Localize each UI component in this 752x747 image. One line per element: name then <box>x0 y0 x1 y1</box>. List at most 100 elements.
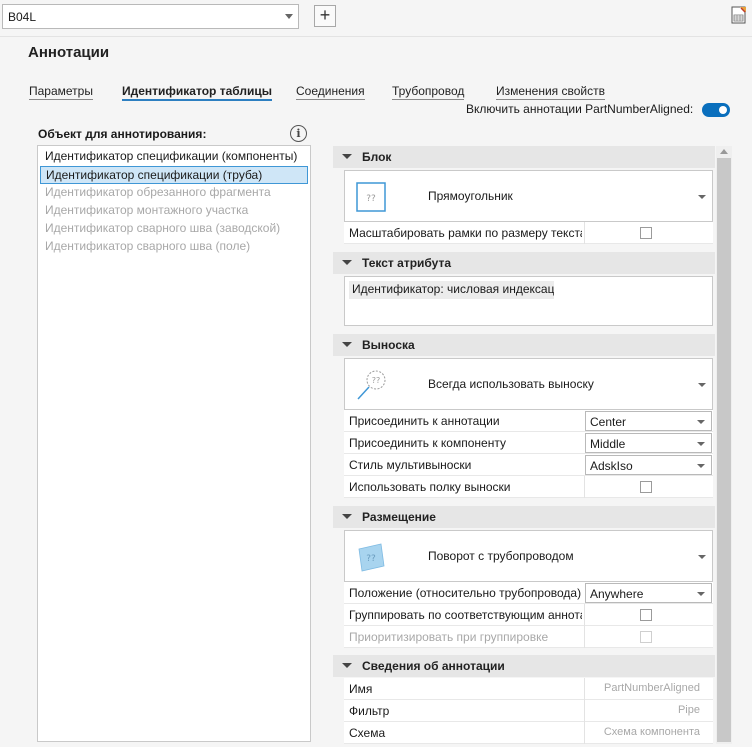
drawing-selector[interactable]: B04L <box>2 4 299 29</box>
chevron-down-icon <box>698 195 706 199</box>
tab-property-changes[interactable]: Изменения свойств <box>496 84 606 100</box>
mleader-style-label: Стиль мультивыноски <box>349 458 472 472</box>
mleader-style-select[interactable]: AdskIso <box>585 455 712 475</box>
attach-component-select[interactable]: Middle <box>585 433 712 453</box>
position-value: Anywhere <box>590 587 644 601</box>
position-row: Положение (относительно трубопровода) An… <box>344 582 713 604</box>
divider <box>584 222 585 244</box>
section-attribute-text-title: Текст атрибута <box>362 256 452 270</box>
prioritize-row: Приоритизировать при группировке <box>344 626 713 648</box>
attach-annotation-label: Присоединить к аннотации <box>349 414 500 428</box>
top-toolbar: B04L + <box>0 0 752 36</box>
mleader-style-row: Стиль мультивыноски AdskIso <box>344 454 713 476</box>
leader-icon: ?? <box>357 370 386 400</box>
info-name-value: PartNumberAligned <box>604 682 700 694</box>
attach-annotation-select[interactable]: Center <box>585 411 712 431</box>
leader-shelf-row: Использовать полку выноски <box>344 476 713 498</box>
list-item: Идентификатор монтажного участка <box>45 203 249 217</box>
leader-shelf-checkbox[interactable] <box>640 481 652 493</box>
page-title: Аннотации <box>28 44 110 61</box>
add-button[interactable]: + <box>314 5 336 27</box>
attribute-text-field[interactable]: Идентификатор: числовая индексация <box>344 276 713 326</box>
divider <box>584 476 585 498</box>
divider <box>584 626 585 648</box>
attach-component-value: Middle <box>590 437 626 451</box>
position-select[interactable]: Anywhere <box>585 583 712 603</box>
toggle-knob <box>719 106 727 114</box>
tab-connections[interactable]: Соединения <box>296 84 365 100</box>
group-checkbox[interactable] <box>640 609 652 621</box>
tab-parameters[interactable]: Параметры <box>29 84 93 100</box>
info-filter-label: Фильтр <box>349 704 390 718</box>
block-placeholder-glyph: ?? <box>366 194 376 204</box>
placement-placeholder-glyph: ?? <box>366 554 376 564</box>
list-item[interactable]: Идентификатор спецификации (компоненты) <box>40 148 308 166</box>
leader-shelf-label: Использовать полку выноски <box>349 480 511 494</box>
chevron-down-icon <box>698 555 706 559</box>
vertical-scrollbar[interactable] <box>716 146 732 744</box>
collapse-icon <box>342 342 352 347</box>
list-item: Идентификатор сварного шва (поле) <box>45 239 251 253</box>
enable-annotations-toggle[interactable] <box>702 103 730 117</box>
info-scheme-row: Схема Схема компонента <box>344 722 713 744</box>
divider <box>584 604 585 626</box>
chevron-down-icon <box>697 442 705 446</box>
attach-annotation-row: Присоединить к аннотации Center <box>344 410 713 432</box>
chevron-down-icon <box>698 383 706 387</box>
list-item: Идентификатор сварного шва (заводской) <box>45 221 281 235</box>
mleader-style-value: AdskIso <box>590 459 633 473</box>
section-placement-header[interactable]: Размещение <box>333 506 715 528</box>
block-style-value: Прямоугольник <box>428 189 513 203</box>
section-block-header[interactable]: Блок <box>333 146 715 168</box>
object-list-label: Объект для аннотирования: <box>38 127 207 141</box>
object-list: Идентификатор спецификации (компоненты) … <box>37 145 311 742</box>
section-annotation-info-title: Сведения об аннотации <box>362 659 505 673</box>
section-block-title: Блок <box>362 150 392 164</box>
prioritize-label: Приоритизировать при группировке <box>349 630 549 644</box>
tab-pipeline[interactable]: Трубопровод <box>392 84 465 100</box>
attach-component-row: Присоединить к компоненту Middle <box>344 432 713 454</box>
info-icon[interactable]: i <box>290 125 307 142</box>
tab-table-identifier[interactable]: Идентификатор таблицы <box>122 84 272 101</box>
list-item: Идентификатор обрезанного фрагмента <box>45 185 271 199</box>
section-leader-header[interactable]: Выноска <box>333 334 715 356</box>
collapse-icon <box>342 663 352 668</box>
header-divider <box>0 36 752 37</box>
leader-style-picker[interactable]: ?? Всегда использовать выноску <box>344 358 713 410</box>
scale-frame-label: Масштабировать рамки по размеру текста <box>349 226 582 240</box>
info-filter-row: Фильтр Pipe <box>344 700 713 722</box>
attribute-token[interactable]: Идентификатор: числовая индексация <box>349 281 554 299</box>
drawing-selector-value: B04L <box>8 10 37 24</box>
prioritize-checkbox <box>640 631 652 643</box>
group-row: Группировать по соответствующим аннотаци… <box>344 604 713 626</box>
scale-frame-checkbox[interactable] <box>640 227 652 239</box>
enable-annotations-label: Включить аннотации PartNumberAligned: <box>466 102 694 116</box>
section-leader-title: Выноска <box>362 338 415 352</box>
excel-export-icon[interactable] <box>731 6 747 24</box>
attach-component-label: Присоединить к компоненту <box>349 436 506 450</box>
info-scheme-value: Схема компонента <box>603 726 700 738</box>
chevron-down-icon <box>697 592 705 596</box>
position-label: Положение (относительно трубопровода) <box>349 586 582 600</box>
collapse-icon <box>342 514 352 519</box>
scroll-up-icon[interactable] <box>720 149 728 154</box>
section-annotation-info-header[interactable]: Сведения об аннотации <box>333 655 715 677</box>
property-panel: Блок ?? Прямоугольник Масштабировать рам… <box>333 146 715 744</box>
list-item-selected[interactable]: Идентификатор спецификации (труба) <box>40 166 308 184</box>
section-placement-title: Размещение <box>362 510 436 524</box>
leader-style-value: Всегда использовать выноску <box>428 377 594 391</box>
info-name-row: Имя PartNumberAligned <box>344 678 713 700</box>
info-name-label: Имя <box>349 682 373 696</box>
block-style-picker[interactable]: ?? Прямоугольник <box>344 170 713 222</box>
chevron-down-icon <box>285 14 293 19</box>
placement-style-value: Поворот с трубопроводом <box>428 549 574 563</box>
info-scheme-label: Схема <box>349 726 386 740</box>
collapse-icon <box>342 260 352 265</box>
section-attribute-text-header[interactable]: Текст атрибута <box>333 252 715 274</box>
rectangle-block-icon: ?? <box>356 182 386 212</box>
scrollbar-thumb[interactable] <box>717 158 731 742</box>
leader-placeholder-glyph: ?? <box>372 376 381 385</box>
chevron-down-icon <box>697 464 705 468</box>
info-filter-value: Pipe <box>677 704 700 716</box>
placement-style-picker[interactable]: ?? Поворот с трубопроводом <box>344 530 713 582</box>
